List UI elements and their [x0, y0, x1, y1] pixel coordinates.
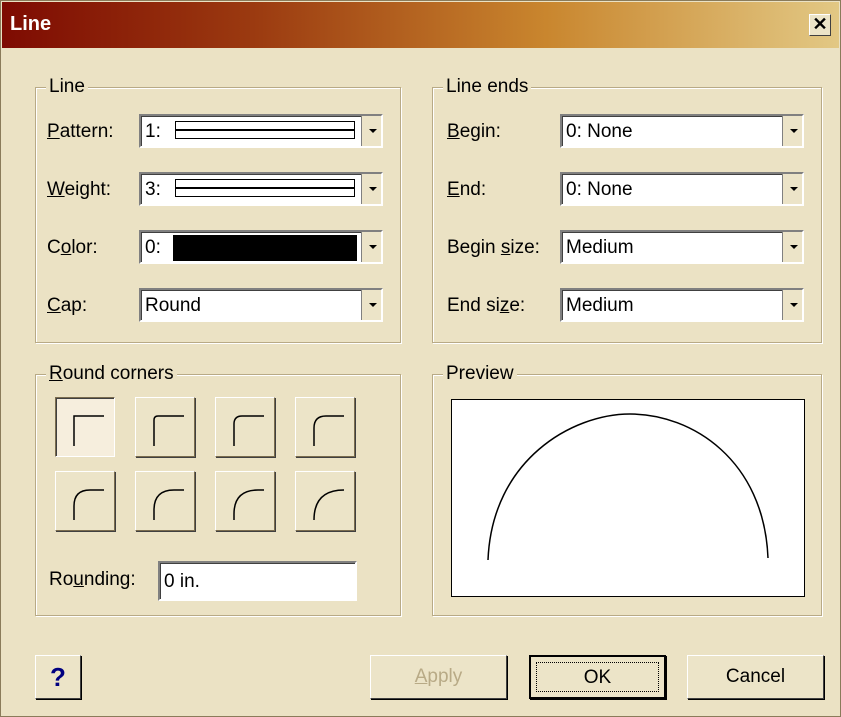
line-dialog: Line ✕ Line Pattern: 1: Weight: 3: Color…: [0, 0, 841, 717]
cancel-button[interactable]: Cancel: [687, 655, 824, 699]
weight-value: 3:: [145, 179, 161, 200]
preview-area: [451, 399, 805, 597]
end-size-label: End size:: [447, 295, 526, 316]
chevron-down-icon[interactable]: [782, 232, 802, 262]
round-corner-5-button[interactable]: [135, 471, 195, 531]
color-value: 0:: [145, 237, 161, 258]
color-label: Color:: [47, 237, 98, 258]
chevron-down-icon[interactable]: [361, 290, 381, 320]
window-title: Line: [10, 13, 52, 35]
pattern-label: Pattern:: [47, 121, 114, 142]
weight-swatch: [175, 179, 355, 197]
round-corner-1-icon: [153, 415, 184, 446]
title-bar[interactable]: Line ✕: [2, 2, 839, 48]
apply-button[interactable]: Apply: [370, 655, 507, 699]
chevron-down-icon[interactable]: [361, 174, 381, 204]
chevron-down-icon[interactable]: [361, 232, 381, 262]
preview-arc-graphic: [487, 413, 769, 561]
round-corner-4-button[interactable]: [55, 471, 115, 531]
pattern-dropdown[interactable]: 1:: [139, 114, 383, 148]
chevron-down-icon[interactable]: [782, 174, 802, 204]
rounding-value: 0 in.: [164, 571, 200, 592]
close-icon: ✕: [812, 14, 828, 34]
pattern-swatch: [175, 121, 355, 139]
round-corner-4-icon: [73, 489, 104, 520]
square-corner-button[interactable]: [55, 397, 115, 457]
pattern-value: 1:: [145, 121, 161, 142]
color-dropdown[interactable]: 0:: [139, 230, 383, 264]
ok-button[interactable]: OK: [529, 655, 666, 699]
round-corner-7-icon: [313, 489, 345, 521]
weight-dropdown[interactable]: 3:: [139, 172, 383, 206]
end-size-value: Medium: [566, 295, 634, 316]
help-icon: ?: [50, 662, 66, 692]
round-corner-3-icon: [313, 415, 344, 446]
begin-size-value: Medium: [566, 237, 634, 258]
round-corner-6-icon: [233, 489, 264, 520]
round-corner-2-icon: [233, 415, 264, 446]
round-corner-7-button[interactable]: [295, 471, 355, 531]
begin-value: 0: None: [566, 121, 633, 142]
line-ends-group-legend: Line ends: [443, 76, 532, 98]
color-swatch: [173, 235, 357, 261]
end-label: End:: [447, 179, 487, 200]
round-corner-6-button[interactable]: [215, 471, 275, 531]
cap-value: Round: [145, 295, 201, 316]
cap-label: Cap:: [47, 295, 88, 316]
begin-size-dropdown[interactable]: Medium: [560, 230, 804, 264]
end-value: 0: None: [566, 179, 633, 200]
end-dropdown[interactable]: 0: None: [560, 172, 804, 206]
preview-legend: Preview: [443, 363, 517, 385]
cap-dropdown[interactable]: Round: [139, 288, 383, 322]
rounding-label: Rounding:: [49, 569, 136, 590]
round-corner-1-button[interactable]: [135, 397, 195, 457]
help-button[interactable]: ?: [35, 655, 81, 699]
chevron-down-icon[interactable]: [782, 290, 802, 320]
line-group-legend: Line: [46, 76, 88, 98]
begin-dropdown[interactable]: 0: None: [560, 114, 804, 148]
cancel-label: Cancel: [725, 666, 786, 687]
round-corners-legend: Round corners: [46, 363, 177, 385]
ok-label: OK: [536, 662, 659, 692]
end-size-dropdown[interactable]: Medium: [560, 288, 804, 322]
round-corner-2-button[interactable]: [215, 397, 275, 457]
close-button[interactable]: ✕: [809, 14, 831, 36]
weight-label: Weight:: [47, 179, 112, 200]
round-corner-5-icon: [153, 489, 184, 520]
round-corner-3-button[interactable]: [295, 397, 355, 457]
square-corner-icon: [73, 415, 104, 446]
chevron-down-icon[interactable]: [782, 116, 802, 146]
chevron-down-icon[interactable]: [361, 116, 381, 146]
rounding-input[interactable]: 0 in.: [158, 561, 357, 601]
begin-label: Begin:: [447, 121, 501, 142]
begin-size-label: Begin size:: [447, 237, 540, 258]
